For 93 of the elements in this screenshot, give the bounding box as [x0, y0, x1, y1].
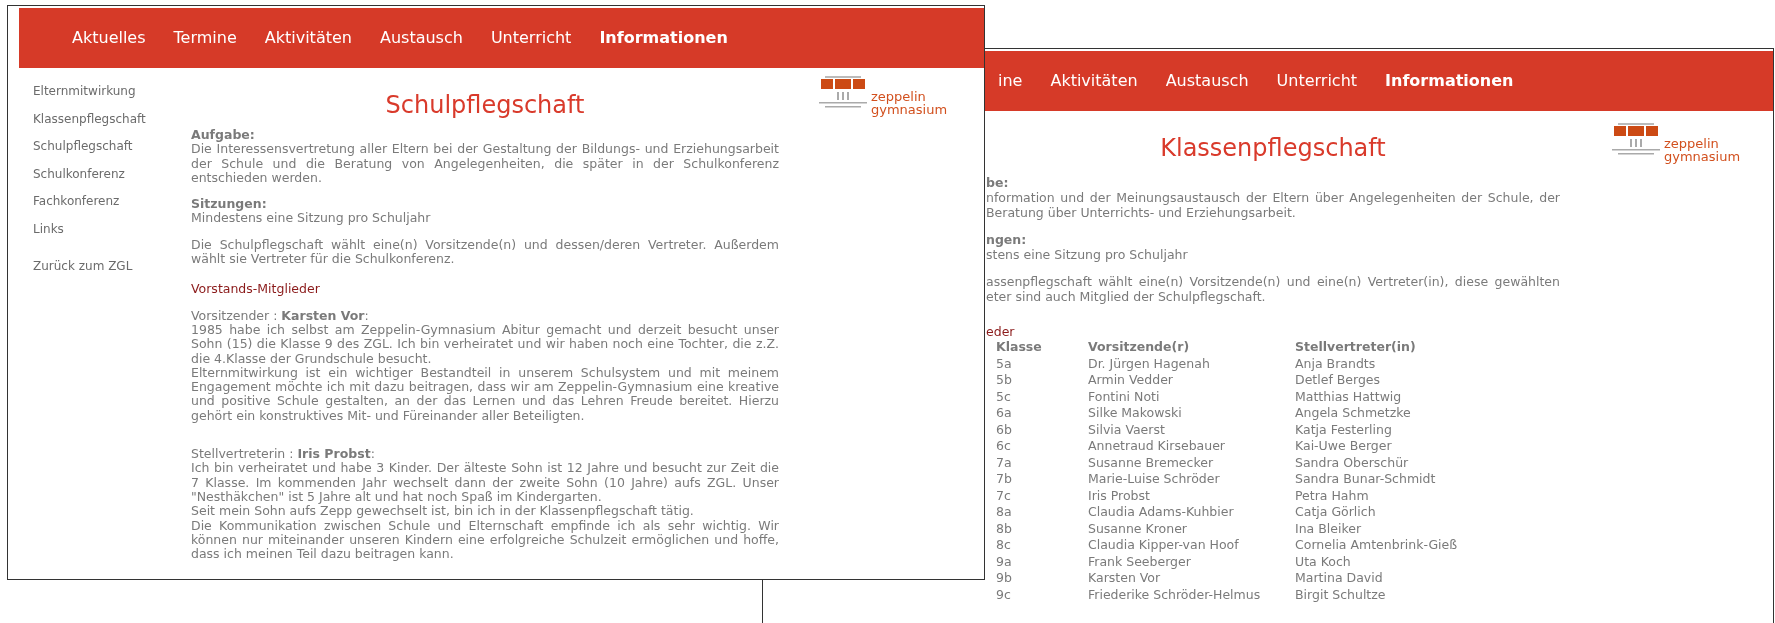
nav-link[interactable]: Aktivitäten [255, 26, 361, 50]
logo-text: gymnasium [871, 103, 948, 116]
page-title: Klassenpflegschaft [1159, 133, 1387, 163]
table-cell-text: Frank Seeberger [1088, 553, 1192, 570]
nav-link[interactable]: Austausch [1156, 69, 1258, 93]
table-cell-text: Friederike Schröder-Helmus [1088, 586, 1262, 603]
table-cell-text: Martina David [1295, 570, 1384, 587]
table-cell-text: 5a [996, 355, 1013, 372]
body-text: Die Schulpflegschaft wählt eine(n) Vorsitzende(n) und dessen/deren Vertreter. Außerdem wählt sie Vertreter für die Schulkonferenz. [191, 237, 779, 267]
table-cell-text: Fontini Noti [1088, 388, 1161, 405]
table-cell: 6c [996, 438, 1088, 455]
building-logo-icon [819, 76, 867, 108]
nav-link[interactable]: Termine [164, 26, 246, 50]
table-cell-text: 9a [996, 553, 1013, 570]
member-bio: Elternmitwirkung ist ein wichtiger Bestandteil in unserem Schulsystem und mit meinem Engagement möchte ich mit dazu beitragen, dass wir am Zeppelin-Gymnasium eine kreative und positive Schule gestalten, an der das Lernen und das Lehren Freude bereitet. Hierzu gehört ein konstruktives Mit- und Füreinander aller Beteiligten. [191, 365, 779, 424]
back-link[interactable]: Zurück zum ZGL [33, 259, 191, 273]
table-cell-text: 5c [996, 388, 1012, 405]
table-cell: Cornelia Amtenbrink-Gieß [1295, 537, 1458, 554]
column-header: Klasse [996, 339, 1088, 356]
nav-link[interactable]: Unterricht [1267, 69, 1367, 93]
page-title: Schulpflegschaft [384, 90, 586, 120]
table-cell-text: 7c [996, 487, 1012, 504]
table-cell-text: 9b [996, 570, 1013, 587]
building-logo-icon [1612, 123, 1660, 155]
sidebar-link[interactable]: Klassenpflegschaft [33, 111, 191, 126]
member-role: Stellvertreterin : Iris Probst: [191, 447, 376, 462]
table-cell: Claudia Adams-Kuhbier [1088, 504, 1295, 521]
table-cell: Silke Makowski [1088, 405, 1295, 422]
table-cell-text: 9c [996, 586, 1012, 603]
nav-link[interactable]: Austausch [370, 26, 472, 50]
nav-link[interactable]: Aktuelles [63, 26, 155, 50]
sidebar-link[interactable]: Links [33, 221, 191, 236]
table-cell-text: Catja Görlich [1295, 504, 1377, 521]
section-title: Vorstands-Mitglieder [191, 282, 321, 297]
table-cell-text: Kai-Uwe Berger [1295, 438, 1393, 455]
body-text: nformation und der Meinungsaustausch der Eltern über Angelegenheiten der Schule, der Beratung über Unterrichts- und Erziehungsarbeit. [986, 190, 1560, 220]
column-header: Stellvertreter(in) [1295, 339, 1417, 356]
table-cell: Marie-Luise Schröder [1088, 471, 1295, 488]
section-title: eder [986, 324, 1016, 339]
nav-link[interactable]: Informationen [590, 26, 737, 50]
sidebar-link[interactable]: Elternmitwirkung [33, 84, 191, 98]
member-bio: Seit mein Sohn aufs Zepp gewechselt ist, bin ich in der Klassenpflegschaft tätig. [191, 504, 695, 519]
table-cell-text: Katja Festerling [1295, 421, 1393, 438]
nav-link[interactable]: ine [989, 69, 1032, 93]
column-header: Vorsitzende(r) [1088, 339, 1295, 356]
body-text: stens eine Sitzung pro Schuljahr [986, 247, 1189, 262]
table-cell-text: Ina Bleiker [1295, 520, 1363, 537]
table-cell-text: Iris Probst [1088, 487, 1151, 504]
table-cell: Claudia Kipper-van Hoof [1088, 537, 1295, 554]
body-text: assenpflegschaft wählt eine(n) Vorsitzende(n) und eine(n) Vertreter(in), diese gewählten eter sind auch Mitglied der Schulpflegschaft. [986, 274, 1560, 304]
nav-link[interactable]: Unterricht [481, 26, 581, 50]
table-cell-text: Silvia Vaerst [1088, 421, 1166, 438]
section-heading: Aufgabe: [191, 128, 256, 143]
table-cell-text: Anja Brandts [1295, 355, 1377, 372]
table-cell: 8c [996, 537, 1088, 554]
table-cell: 6a [996, 405, 1088, 422]
table-cell-text: Annetraud Kirsebauer [1088, 438, 1226, 455]
table-cell-text: Sandra Oberschür [1295, 454, 1410, 471]
member-bio: Ich bin verheiratet und habe 3 Kinder. Der älteste Sohn ist 12 Jahre und besucht zur Zeit die 7 Klasse. Im kommenden Jahr wechselt dann der zweite Sohn (10 Jahre) aufs ZGL. Unser "Nesthäkchen" ist 5 Jahre alt und hat noch Spaß im Kindergarten. [191, 461, 779, 505]
sidebar-link[interactable]: Fachkonferenz [33, 194, 191, 208]
logo-text: gymnasium [1664, 150, 1741, 163]
table-cell: 8b [996, 520, 1088, 537]
table-cell: Susanne Bremecker [1088, 454, 1295, 471]
table-cell-text: Birgit Schultze [1295, 586, 1387, 603]
table-cell: 6b [996, 421, 1088, 438]
table-cell: 5b [996, 372, 1088, 389]
table-cell-text: Karsten Vor [1088, 570, 1162, 587]
table-cell-text: 7b [996, 471, 1013, 488]
member-bio: 1985 habe ich selbst am Zeppelin-Gymnasium Abitur gemacht und derzeit besucht unser Sohn (15) die Klasse 9 des ZGL. Ich bin verheiratet und wir haben noch eine Tochter, die z.Z. die 4.Klasse der Grundschule besucht. [191, 322, 779, 366]
logo-text: zeppelin [1664, 137, 1720, 150]
section-heading: ngen: [986, 232, 1028, 247]
body-text: Die Interessensvertretung aller Eltern bei der Gestaltung der Bildungs- und Erziehungsarbeit der Schule und die Beratung von Angelegenheiten, die später in der Schulkonferenz entschieden werden. [191, 142, 779, 186]
table-cell-text: Petra Hahm [1295, 487, 1370, 504]
body-text: Mindestens eine Sitzung pro Schuljahr [191, 211, 432, 226]
table-cell-text: Angela Schmetzke [1295, 405, 1412, 422]
table-cell: Dr. Jürgen Hagenah [1088, 355, 1295, 372]
nav-link[interactable]: Aktivitäten [1041, 69, 1147, 93]
member-role: Vorsitzender : Karsten Vor: [191, 308, 370, 323]
table-cell-text: Sandra Bunar-Schmidt [1295, 471, 1437, 488]
table-cell-text: Uta Koch [1295, 553, 1352, 570]
member-bio: Die Kommunikation zwischen Schule und Elternschaft empfinde ich als sehr wichtig. Wir können nur miteinander unseren Kindern eine erfolgreiche Schulzeit ermöglichen und hoffe, dass ich meinen Teil dazu beitragen kann. [191, 518, 779, 562]
section-heading: be: [986, 175, 1010, 190]
table-cell: 7a [996, 454, 1088, 471]
section-heading: Sitzungen: [191, 197, 268, 212]
table-cell-text: Armin Vedder [1088, 372, 1174, 389]
sidebar-link[interactable]: Schulpflegschaft [33, 139, 191, 153]
table-cell-text: Matthias Hattwig [1295, 388, 1403, 405]
nav-link[interactable]: Informationen [1376, 69, 1523, 93]
table-cell-text: Detlef Berges [1295, 372, 1382, 389]
sidebar-link[interactable]: Schulkonferenz [33, 166, 191, 181]
table-cell: 8a [996, 504, 1088, 521]
logo-text: zeppelin [871, 90, 927, 103]
table-cell-text: Susanne Kroner [1088, 520, 1188, 537]
